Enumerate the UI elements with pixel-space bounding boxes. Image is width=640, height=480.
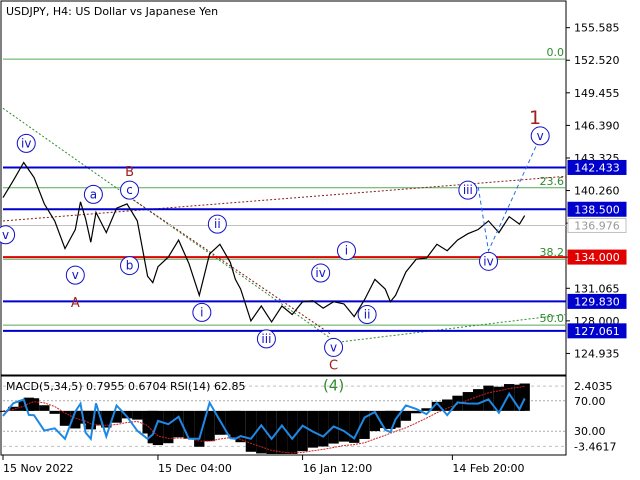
xtick-label-3: 14 Feb 20:00 xyxy=(452,462,524,475)
macd-bar-32 xyxy=(276,410,288,454)
level-box-label-5: 127.061 xyxy=(574,325,620,338)
xtick-label-0: 15 Nov 2022 xyxy=(3,462,73,475)
macd-bar-4 xyxy=(28,398,40,411)
ytick-label-0: 124.935 xyxy=(574,347,620,360)
forecast-path xyxy=(477,136,541,253)
wave-label-7: v xyxy=(2,228,9,242)
level-box-label-4: 129.830 xyxy=(574,295,620,308)
macd-bar-30 xyxy=(256,410,267,454)
wave-label-1: a xyxy=(90,187,97,201)
macd-bar-16 xyxy=(132,410,143,420)
macd-bar-38 xyxy=(338,410,350,442)
macd-bar-5 xyxy=(39,405,50,411)
macd-bar-52 xyxy=(473,389,484,411)
trend-line-down xyxy=(2,107,331,339)
wave-label-15: i xyxy=(345,244,348,258)
price-axis: 124.935128.000131.065134.000137.195140.2… xyxy=(566,22,620,360)
level-box-label-2: 136.976 xyxy=(574,219,620,232)
wave-label-8: ii xyxy=(214,217,221,231)
fib-label-0: 0.0 xyxy=(547,46,565,59)
chart-canvas: 0.023.638.250.0 iva cBvbAviiiiiiivvC(4)ii… xyxy=(0,0,627,475)
fib-label-1: 23.6 xyxy=(540,175,565,188)
wave-label-0: iv xyxy=(21,136,31,150)
macd-tick-label-0: 2.4035 xyxy=(574,380,613,393)
rsi-tick-label-0: 70.00 xyxy=(574,395,606,408)
ytick-label-8: 149.455 xyxy=(574,87,620,100)
wave-labels: iva cBvbAviiiiiiivvC(4)iiiiiiivv1 xyxy=(0,107,550,395)
price-line xyxy=(2,161,526,324)
wave-label-10: iii xyxy=(261,332,271,346)
level-box-label-3: 134.000 xyxy=(574,251,620,264)
wave-label-12: v xyxy=(330,340,337,354)
macd-bar-36 xyxy=(318,410,329,447)
level-box-label-0: 142.433 xyxy=(574,161,620,174)
wave-label-11: iv xyxy=(315,266,325,280)
level-box-label-1: 138.500 xyxy=(574,203,620,216)
ytick-label-9: 152.520 xyxy=(574,54,620,67)
macd-bar-33 xyxy=(287,410,298,454)
wave-label-5: b xyxy=(126,259,134,273)
wave-label-18: iv xyxy=(483,254,493,268)
wave-label-17: iii xyxy=(463,183,473,197)
macd-title: MACD(5,34,5) 0.7955 0.6704 RSI(14) 62.85 xyxy=(6,380,245,393)
macd-bar-29 xyxy=(245,410,257,452)
price-series xyxy=(2,161,526,324)
ytick-label-2: 131.065 xyxy=(574,282,620,295)
ytick-label-5: 140.260 xyxy=(574,185,620,198)
wave-label-4: v xyxy=(72,268,79,282)
rsi-tick-label-1: 30.00 xyxy=(574,425,606,438)
xtick-label-2: 16 Jan 12:00 xyxy=(303,462,373,475)
forecast-line xyxy=(477,136,541,253)
xtick-label-1: 15 Dec 04:00 xyxy=(158,462,232,475)
wave-label-20: 1 xyxy=(529,107,541,129)
fibonacci-levels: 0.023.638.250.0 xyxy=(3,46,566,326)
macd-bar-6 xyxy=(49,410,60,414)
wave-label-3: B xyxy=(125,165,134,180)
macd-bar-51 xyxy=(462,392,474,411)
ytick-label-10: 155.585 xyxy=(574,22,620,35)
wave-label-13: C xyxy=(329,358,338,373)
wave-label-2: c xyxy=(126,183,133,197)
macd-bar-22 xyxy=(183,410,195,439)
wave-label-9: i xyxy=(200,305,203,319)
wave-label-6: A xyxy=(71,296,80,311)
macd-tick-label-1: -3.4617 xyxy=(574,440,616,453)
ytick-label-7: 146.390 xyxy=(574,119,620,132)
fib-label-3: 50.0 xyxy=(540,312,565,325)
macd-bar-45 xyxy=(400,410,412,421)
wave-label-19: v xyxy=(537,129,544,143)
wave-label-16: ii xyxy=(364,307,371,321)
time-axis: 15 Nov 2022 15 Dec 04:00 16 Jan 12:00 14 Fe… xyxy=(2,455,525,475)
chart-title: USDJPY, H4: US Dollar vs Japanese Yen xyxy=(6,5,218,18)
